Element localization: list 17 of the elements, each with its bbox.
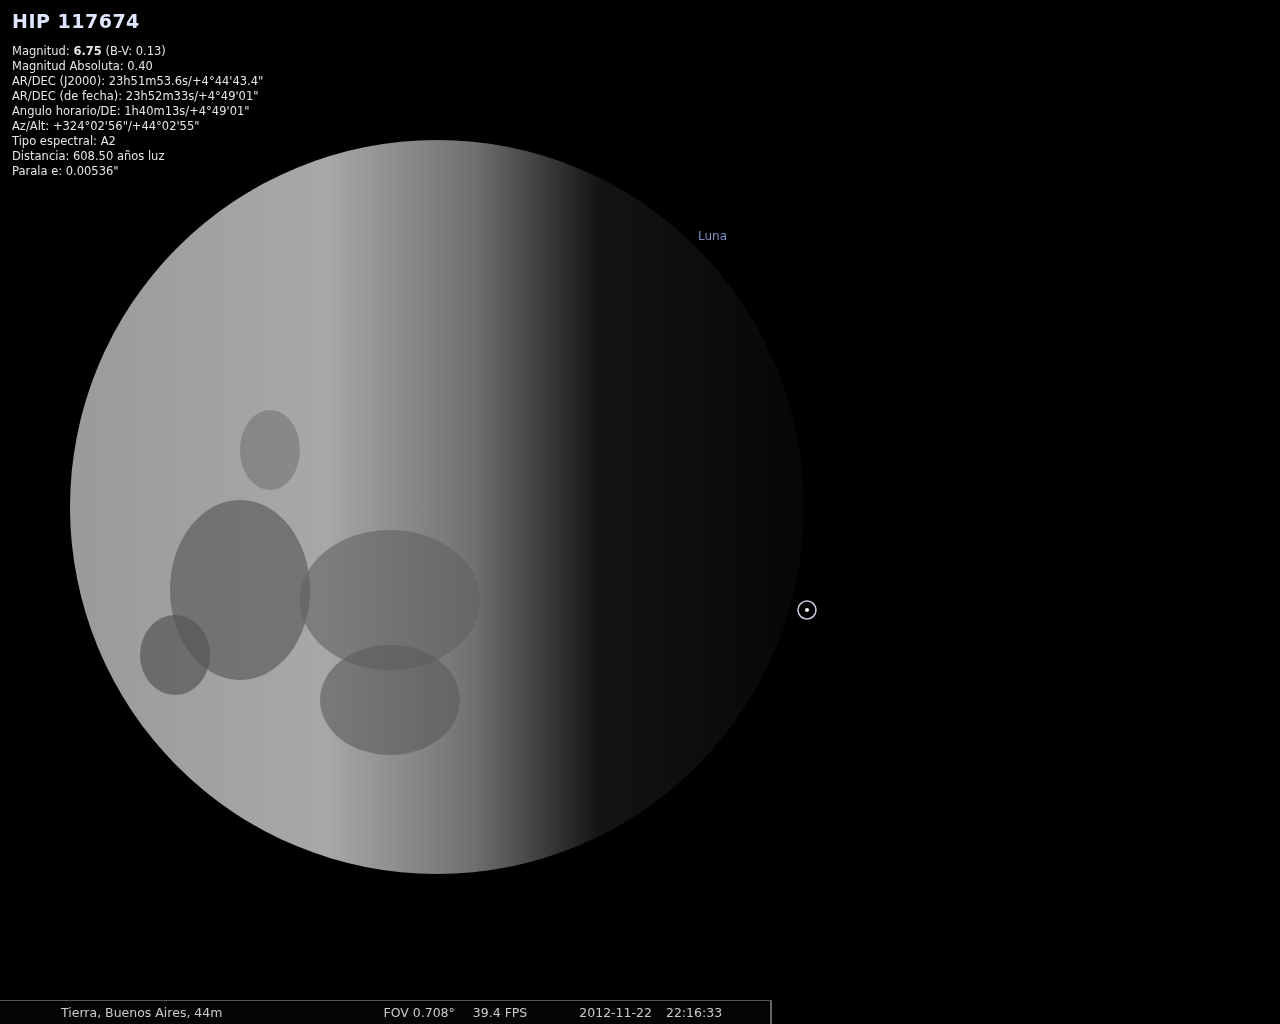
- object-info-line: Parala e: 0.00536": [12, 164, 120, 179]
- time-text: 22:16:33: [665, 1005, 723, 1020]
- location-text: Tierra, Buenos Aires, 44m: [61, 1005, 223, 1020]
- object-info-line: Tipo espectral: A2: [12, 134, 117, 149]
- object-info-line: Magnitud Absoluta: 0.40: [12, 59, 154, 74]
- target-marker-icon: [796, 599, 818, 621]
- object-info-line: AR/DEC (J2000): 23h51m53.6s/+4°44'43.4": [12, 74, 264, 89]
- fov-text: FOV 0.708°: [383, 1005, 455, 1020]
- object-info-line: Angulo horario/DE: 1h40m13s/+4°49'01": [12, 104, 251, 119]
- object-info-line: Az/Alt: +324°02'56"/+44°02'55": [12, 119, 201, 134]
- date-text: 2012-11-22: [579, 1005, 652, 1020]
- object-info-line: Distancia: 608.50 años luz: [12, 149, 166, 164]
- object-info-line: AR/DEC (de fecha): 23h52m33s/+4°49'01": [12, 89, 260, 104]
- object-title: HIP 117674: [12, 10, 141, 32]
- sky-object-label: Luna: [698, 229, 728, 243]
- fps-text: 39.4 FPS: [472, 1005, 528, 1020]
- object-info-line: Magnitud: 6.75 (B-V: 0.13): [12, 44, 167, 59]
